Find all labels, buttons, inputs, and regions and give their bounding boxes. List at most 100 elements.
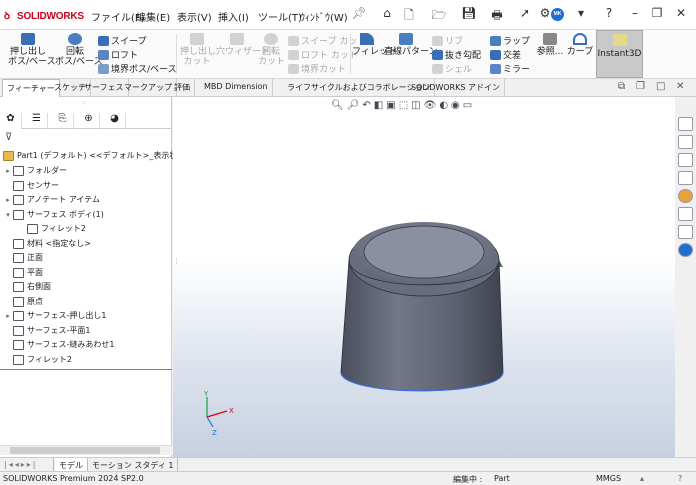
new-document-icon[interactable]: 🗋 bbox=[400, 6, 418, 22]
panel-collapse-handle[interactable]: ◦ bbox=[82, 99, 87, 108]
rib-button[interactable]: リブ bbox=[432, 34, 463, 47]
tree-item[interactable]: 平面 bbox=[3, 266, 43, 280]
tab-motion-study-1[interactable]: モーション スタディ 1 bbox=[88, 458, 179, 472]
minimize-icon[interactable]: – bbox=[626, 6, 644, 22]
tab-solidworks-addins[interactable]: SOLIDWORKS アドイン bbox=[407, 79, 505, 97]
mirror-button[interactable]: ミラー bbox=[490, 62, 530, 75]
solidworks-forum-icon[interactable] bbox=[678, 225, 693, 239]
tree-item[interactable]: ▸ フォルダー bbox=[3, 164, 67, 178]
window-restore-icon[interactable]: ❐ bbox=[636, 81, 645, 92]
view-settings-icon[interactable]: ▭ bbox=[463, 100, 472, 114]
pin-icon[interactable]: 📌︎ bbox=[350, 6, 368, 22]
tree-item[interactable]: 原点 bbox=[3, 295, 43, 309]
file-explorer-icon[interactable] bbox=[678, 153, 693, 167]
tree-item[interactable]: ▸ サーフェス-押し出し1 bbox=[3, 309, 107, 323]
tab-mbd-dimension[interactable]: MBD Dimension bbox=[200, 79, 273, 97]
zoom-to-fit-icon[interactable]: 🔍︎ bbox=[331, 100, 344, 114]
horizontal-scrollbar[interactable] bbox=[0, 445, 172, 455]
appearances-icon[interactable] bbox=[678, 189, 693, 203]
window-tile-icon[interactable]: ⧉ bbox=[618, 81, 625, 92]
extrude-cut-button[interactable]: 押し出し カット bbox=[180, 33, 216, 67]
sweep-button[interactable]: スイープ bbox=[98, 34, 146, 47]
property-manager-icon[interactable]: ☰ bbox=[26, 113, 48, 129]
3dexperience-icon[interactable] bbox=[678, 243, 693, 257]
filter-icon[interactable]: ⊽ bbox=[5, 132, 12, 143]
wrap-button[interactable]: ラップ bbox=[490, 34, 530, 47]
restore-icon[interactable]: ❐ bbox=[648, 6, 666, 22]
intersect-button[interactable]: 交差 bbox=[490, 48, 521, 61]
design-library-icon[interactable] bbox=[678, 135, 693, 149]
tab-navigation-arrows-icon[interactable]: |◂◂▸▸| bbox=[0, 458, 54, 472]
tree-item[interactable]: センサー bbox=[3, 179, 59, 193]
close-icon[interactable]: ✕ bbox=[672, 6, 690, 22]
expand-arrow-icon[interactable]: ▸ bbox=[3, 193, 13, 207]
revolve-cut-button[interactable]: 回転 カット bbox=[258, 33, 285, 67]
tab-model[interactable]: モデル bbox=[55, 458, 88, 472]
menu-view[interactable]: 表示(V) bbox=[177, 9, 212, 24]
view-orientation-icon[interactable]: ⬚ bbox=[399, 100, 408, 114]
linear-pattern-button[interactable]: 直線パターン bbox=[384, 33, 438, 57]
save-icon[interactable]: 💾︎ bbox=[460, 6, 478, 22]
previous-view-icon[interactable]: ↶ bbox=[362, 100, 370, 114]
featuremanager-tree-icon[interactable]: ✿ bbox=[0, 113, 22, 129]
solidworks-resources-icon[interactable] bbox=[678, 117, 693, 131]
scrollbar-thumb[interactable] bbox=[10, 447, 160, 454]
expand-arrow-icon[interactable]: ▾ bbox=[3, 208, 13, 222]
extrude-boss-button[interactable]: 押し出し ボス/ベース bbox=[8, 33, 56, 67]
tree-item[interactable]: フィレット2 bbox=[3, 353, 72, 367]
rollback-bar[interactable] bbox=[0, 369, 172, 370]
tree-item[interactable]: フィレット2 bbox=[17, 222, 86, 236]
user-avatar[interactable]: MK bbox=[551, 8, 564, 21]
units-dropdown-icon[interactable]: ▴ bbox=[640, 474, 644, 483]
home-icon[interactable]: ⌂ bbox=[378, 6, 396, 22]
shell-button[interactable]: シェル bbox=[432, 62, 472, 75]
select-arrow-icon[interactable]: ➚ bbox=[516, 6, 534, 22]
print-icon[interactable]: 🖶 bbox=[488, 6, 506, 22]
tree-root-part[interactable]: Part1 (デフォルト) <<デフォルト>_表示状態 bbox=[3, 149, 185, 163]
menu-insert[interactable]: 挿入(I) bbox=[218, 9, 249, 24]
expand-arrow-icon[interactable]: ▸ bbox=[3, 309, 13, 323]
menu-window[interactable]: ｳｨﾝﾄﾞｳ(W) bbox=[300, 9, 348, 24]
reference-geometry-button[interactable]: 参照... bbox=[534, 33, 566, 57]
loft-button[interactable]: ロフト bbox=[98, 48, 138, 61]
surface-body[interactable] bbox=[340, 222, 504, 392]
help-icon-status[interactable]: ? bbox=[678, 474, 682, 483]
tree-item[interactable]: 正面 bbox=[3, 251, 43, 265]
view-palette-icon[interactable] bbox=[678, 171, 693, 185]
boundary-boss-button[interactable]: 境界ボス/ベース bbox=[98, 62, 177, 75]
curves-button[interactable]: カーブ bbox=[566, 33, 594, 57]
tree-item[interactable]: 材料 <指定なし> bbox=[3, 237, 91, 251]
custom-properties-icon[interactable] bbox=[678, 207, 693, 221]
units-system[interactable]: MMGS bbox=[596, 474, 621, 483]
section-view-icon[interactable]: ◧ bbox=[374, 100, 383, 114]
solidworks-logo[interactable]: ꝺ SOLIDWORKS bbox=[4, 8, 84, 22]
display-style-icon[interactable]: ◫ bbox=[411, 100, 420, 114]
hide-show-items-icon[interactable]: 👁︎ bbox=[424, 100, 437, 114]
help-icon[interactable]: ? bbox=[600, 6, 618, 22]
expand-arrow-icon[interactable]: ▸ bbox=[3, 164, 13, 178]
window-close-icon[interactable]: ✕ bbox=[676, 81, 684, 92]
hole-wizard-button[interactable]: 穴ウィザード bbox=[216, 33, 270, 57]
tree-item[interactable]: 右側面 bbox=[3, 280, 51, 294]
dimxpert-manager-icon[interactable]: ⊕ bbox=[78, 113, 100, 129]
tab-evaluate[interactable]: 評価 bbox=[170, 79, 195, 97]
zoom-to-area-icon[interactable]: 🔎︎ bbox=[347, 100, 360, 114]
open-folder-icon[interactable]: 🗁 bbox=[430, 6, 448, 22]
dynamic-annotation-icon[interactable]: ▣ bbox=[386, 100, 395, 114]
display-manager-icon[interactable]: ◕ bbox=[104, 113, 126, 129]
tree-item[interactable]: サーフェス-縫みあわせ1 bbox=[3, 338, 115, 352]
instant3d-button[interactable]: Instant3D bbox=[596, 30, 643, 78]
model-viewport[interactable] bbox=[173, 97, 675, 457]
graphics-area[interactable]: ⋮ Y X Z bbox=[173, 97, 675, 457]
window-maximize-icon[interactable]: □ bbox=[656, 81, 665, 92]
apply-scene-icon[interactable]: ◉ bbox=[451, 100, 460, 114]
edit-appearance-icon[interactable]: ◐ bbox=[439, 100, 448, 114]
configuration-manager-icon[interactable]: ⎘ bbox=[52, 113, 74, 129]
tab-markup[interactable]: マークアップ bbox=[120, 79, 177, 97]
menu-edit[interactable]: 編集(E) bbox=[136, 9, 170, 24]
tree-item[interactable]: ▸ アノテート アイテム bbox=[3, 193, 100, 207]
fillet-button[interactable]: フィレット bbox=[352, 33, 397, 57]
draft-button[interactable]: 抜き勾配 bbox=[432, 48, 481, 61]
revolve-boss-button[interactable]: 回転 ボス/ベース bbox=[55, 33, 103, 67]
dropdown-chevron-icon[interactable]: ▾ bbox=[572, 6, 590, 22]
